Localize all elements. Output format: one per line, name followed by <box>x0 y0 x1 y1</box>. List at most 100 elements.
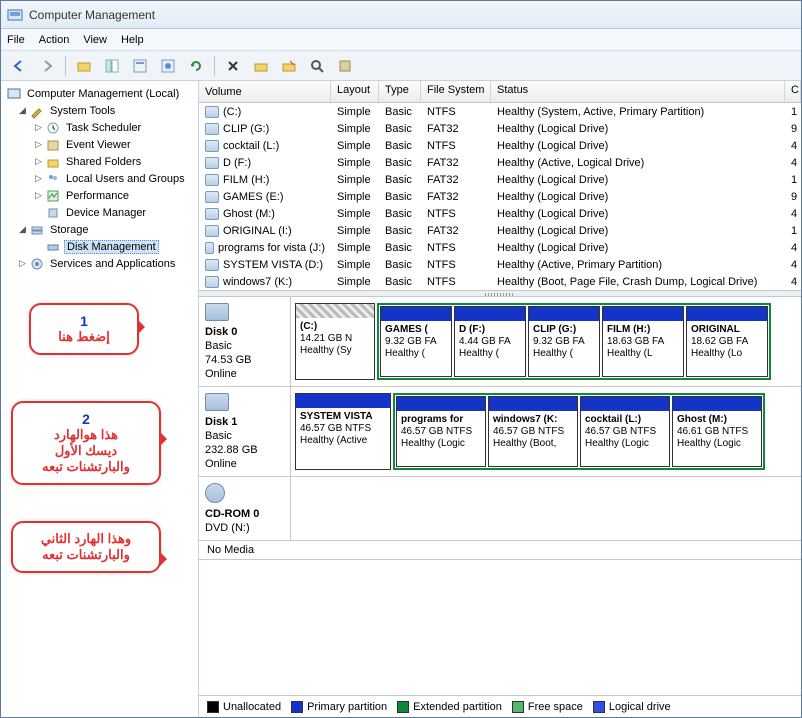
col-layout[interactable]: Layout <box>331 81 379 102</box>
volume-list[interactable]: (C:)SimpleBasicNTFSHealthy (System, Acti… <box>199 103 801 290</box>
menubar: File Action View Help <box>1 29 801 51</box>
tree-local-users[interactable]: ▷Local Users and Groups <box>1 170 198 187</box>
find-button[interactable] <box>305 54 329 78</box>
cdrom-label: CD-ROM 0 DVD (N:) <box>199 477 291 540</box>
expand-icon[interactable]: ▷ <box>33 156 44 167</box>
settings-button[interactable] <box>333 54 357 78</box>
collapse-icon[interactable]: ◢ <box>17 224 28 235</box>
volume-row[interactable]: CLIP (G:)SimpleBasicFAT32Healthy (Logica… <box>199 120 801 137</box>
tree-event-viewer[interactable]: ▷Event Viewer <box>1 136 198 153</box>
partition-clip[interactable]: CLIP (G:)9.32 GB FAHealthy ( <box>528 306 600 377</box>
partition-d[interactable]: D (F:)4.44 GB FAHealthy ( <box>454 306 526 377</box>
partition-windows7[interactable]: windows7 (K:46.57 GB NTFSHealthy (Boot, <box>488 396 578 467</box>
drive-icon <box>205 140 219 152</box>
drive-icon <box>205 225 219 237</box>
refresh-button[interactable] <box>184 54 208 78</box>
drive-icon <box>205 191 219 203</box>
volume-row[interactable]: SYSTEM VISTA (D:)SimpleBasicNTFSHealthy … <box>199 256 801 273</box>
callout-1: 1 إضغط هنا <box>29 303 139 355</box>
tree-shared-folders[interactable]: ▷Shared Folders <box>1 153 198 170</box>
volume-row[interactable]: ORIGINAL (I:)SimpleBasicFAT32Healthy (Lo… <box>199 222 801 239</box>
volume-row[interactable]: GAMES (E:)SimpleBasicFAT32Healthy (Logic… <box>199 188 801 205</box>
action2-button[interactable] <box>277 54 301 78</box>
titlebar[interactable]: Computer Management <box>1 1 801 29</box>
col-volume[interactable]: Volume <box>199 81 331 102</box>
tree-root[interactable]: Computer Management (Local) <box>1 85 198 102</box>
partition-original[interactable]: ORIGINAL18.62 GB FAHealthy (Lo <box>686 306 768 377</box>
volume-row[interactable]: D (F:)SimpleBasicFAT32Healthy (Active, L… <box>199 154 801 171</box>
forward-button[interactable] <box>35 54 59 78</box>
show-hide-tree-button[interactable] <box>100 54 124 78</box>
col-status[interactable]: Status <box>491 81 785 102</box>
partition-c[interactable]: (C:)14.21 GB NHealthy (Sy <box>295 303 375 380</box>
back-button[interactable] <box>7 54 31 78</box>
nav-tree[interactable]: Computer Management (Local) ◢ System Too… <box>1 81 199 717</box>
action1-button[interactable] <box>249 54 273 78</box>
partition-games[interactable]: GAMES (9.32 GB FAHealthy ( <box>380 306 452 377</box>
body: Computer Management (Local) ◢ System Too… <box>1 81 801 717</box>
volume-row[interactable]: (C:)SimpleBasicNTFSHealthy (System, Acti… <box>199 103 801 120</box>
volume-row[interactable]: programs for vista (J:)SimpleBasicNTFSHe… <box>199 239 801 256</box>
disk-1-row[interactable]: Disk 1 Basic 232.88 GB Online SYSTEM VIS… <box>199 387 801 477</box>
drive-icon <box>205 174 219 186</box>
col-filesystem[interactable]: File System <box>421 81 491 102</box>
drive-icon <box>205 276 219 288</box>
volume-row[interactable]: Ghost (M:)SimpleBasicNTFSHealthy (Logica… <box>199 205 801 222</box>
volume-list-header: Volume Layout Type File System Status C <box>199 81 801 103</box>
drive-icon <box>205 208 219 220</box>
tree-device-manager[interactable]: Device Manager <box>1 204 198 221</box>
cdrom-icon <box>205 483 225 503</box>
drive-icon <box>205 157 219 169</box>
volume-row[interactable]: cocktail (L:)SimpleBasicNTFSHealthy (Log… <box>199 137 801 154</box>
window-frame: Computer Management File Action View Hel… <box>0 0 802 718</box>
expand-icon[interactable]: ▷ <box>33 173 44 184</box>
partition-ghost[interactable]: Ghost (M:)46.61 GB NTFSHealthy (Logic <box>672 396 762 467</box>
collapse-icon[interactable]: ◢ <box>17 105 28 116</box>
menu-file[interactable]: File <box>7 34 25 46</box>
services-icon <box>29 256 45 272</box>
expand-icon[interactable]: ▷ <box>17 258 28 269</box>
disk-icon <box>205 303 229 321</box>
drive-icon <box>205 106 219 118</box>
col-c[interactable]: C <box>785 81 801 102</box>
disk-1-extended: programs for46.57 GB NTFSHealthy (Logic … <box>393 393 765 470</box>
cdrom-nomedia: No Media <box>199 541 801 560</box>
tree-services[interactable]: ▷Services and Applications <box>1 255 198 272</box>
legend-extended: Extended partition <box>397 701 502 713</box>
menu-view[interactable]: View <box>83 34 107 46</box>
delete-button[interactable] <box>221 54 245 78</box>
volume-row[interactable]: FILM (H:)SimpleBasicFAT32Healthy (Logica… <box>199 171 801 188</box>
menu-help[interactable]: Help <box>121 34 144 46</box>
up-button[interactable] <box>72 54 96 78</box>
users-icon <box>45 171 61 187</box>
toolbar <box>1 51 801 81</box>
partition-system-vista[interactable]: SYSTEM VISTA46.57 GB NTFSHealthy (Active <box>295 393 391 470</box>
menu-action[interactable]: Action <box>39 34 70 46</box>
tree-performance[interactable]: ▷Performance <box>1 187 198 204</box>
tree-disk-management[interactable]: Disk Management <box>1 238 198 255</box>
folder-share-icon <box>45 154 61 170</box>
tree-task-scheduler[interactable]: ▷Task Scheduler <box>1 119 198 136</box>
col-type[interactable]: Type <box>379 81 421 102</box>
expand-icon[interactable]: ▷ <box>33 190 44 201</box>
drive-icon <box>205 259 219 271</box>
event-icon <box>45 137 61 153</box>
expand-icon[interactable]: ▷ <box>33 139 44 150</box>
volume-row[interactable]: windows7 (K:)SimpleBasicNTFSHealthy (Boo… <box>199 273 801 290</box>
tree-system-tools[interactable]: ◢ System Tools <box>1 102 198 119</box>
horizontal-splitter[interactable] <box>199 290 801 297</box>
tree-storage[interactable]: ◢Storage <box>1 221 198 238</box>
help-button[interactable] <box>156 54 180 78</box>
partition-cocktail[interactable]: cocktail (L:)46.57 GB NTFSHealthy (Logic <box>580 396 670 467</box>
legend-logical: Logical drive <box>593 701 671 713</box>
disk-graphical-view[interactable]: Disk 0 Basic 74.53 GB Online (C:)14.21 G… <box>199 297 801 695</box>
partition-programs[interactable]: programs for46.57 GB NTFSHealthy (Logic <box>396 396 486 467</box>
drive-icon <box>205 242 214 254</box>
partition-film[interactable]: FILM (H:)18.63 GB FAHealthy (L <box>602 306 684 377</box>
properties-button[interactable] <box>128 54 152 78</box>
callout-2: 2 هذا هوالهارد ديسك الأول والبارتشنات تب… <box>11 401 161 485</box>
app-icon <box>7 7 23 23</box>
expand-icon[interactable]: ▷ <box>33 122 44 133</box>
disk-0-row[interactable]: Disk 0 Basic 74.53 GB Online (C:)14.21 G… <box>199 297 801 387</box>
cdrom-row[interactable]: CD-ROM 0 DVD (N:) <box>199 477 801 541</box>
